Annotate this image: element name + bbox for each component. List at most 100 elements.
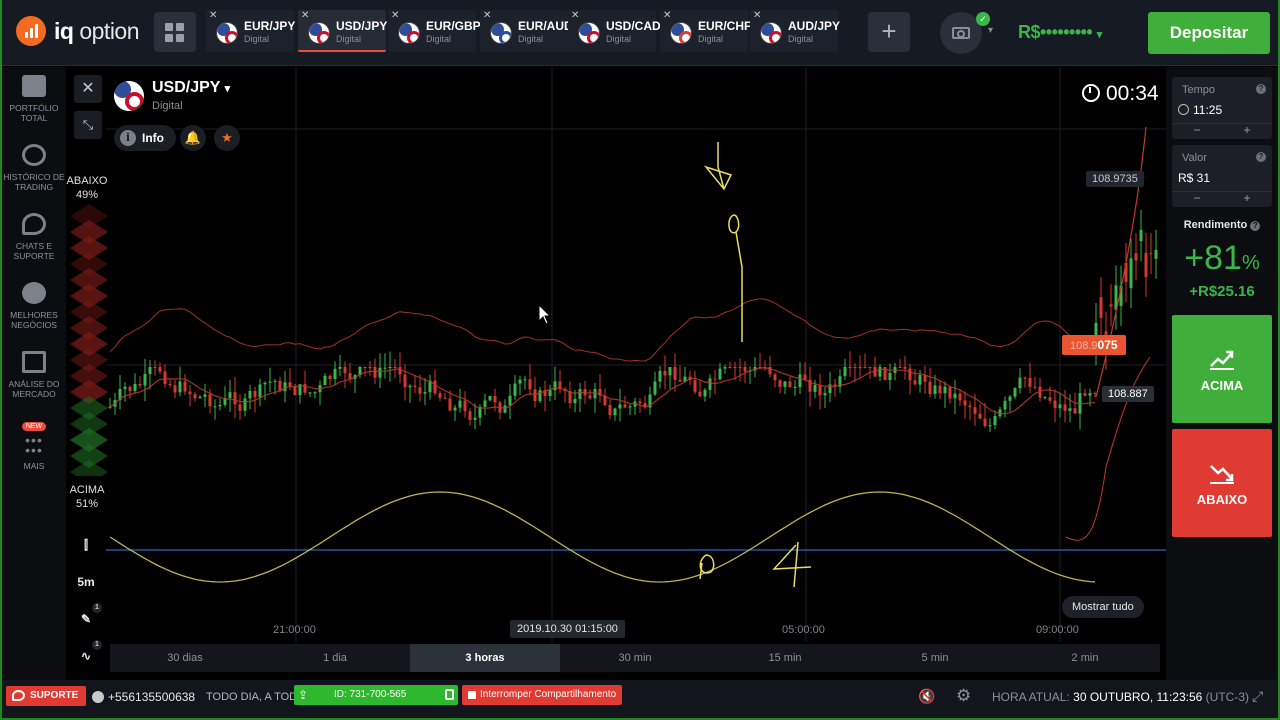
amount-box[interactable]: Valor ? R$ 31 − + (1172, 145, 1272, 207)
camera-dropdown-caret[interactable]: ▾ (988, 25, 993, 36)
currency-flag-icon (216, 22, 238, 44)
candle-body (503, 405, 507, 413)
candle-body (933, 385, 937, 394)
candle-body (183, 381, 187, 392)
interval-button[interactable]: 5m (72, 568, 100, 596)
price-chart-area[interactable]: ✕ ⤡ USD/JPY ▾ Digital i Info 🔔 ★ 00:34 A… (66, 67, 1166, 680)
asset-tab-eur-aud[interactable]: ✕ EUR/AUD Digital (480, 10, 573, 52)
indicators-icon[interactable]: ∿ 1 (72, 640, 102, 670)
candle-body (698, 391, 702, 397)
amount-plus-button[interactable]: + (1222, 192, 1272, 205)
candle-body (983, 418, 987, 427)
time-minus-button[interactable]: − (1172, 124, 1222, 137)
close-tab-icon[interactable]: ✕ (391, 10, 399, 21)
bollinger-upper-band-tail (1095, 126, 1147, 398)
candle-body (978, 413, 982, 419)
add-tab-button[interactable]: + (868, 12, 910, 52)
sidebar-item-best-deals[interactable]: MELHORES NEGÓCIOS (2, 282, 66, 330)
timeframe-option[interactable]: 2 min (1010, 644, 1160, 672)
asset-grid-button[interactable] (154, 12, 196, 52)
candle-body (208, 394, 212, 407)
timeframe-option[interactable]: 30 dias (110, 644, 260, 672)
candle-body (1043, 397, 1047, 399)
candle-body (613, 408, 617, 416)
show-all-button[interactable]: Mostrar tudo (1062, 596, 1144, 618)
candle-body (578, 389, 582, 399)
candle-body (708, 378, 712, 390)
gear-icon[interactable]: ⚙ (956, 686, 971, 706)
asset-tab-aud-jpy[interactable]: ✕ AUD/JPY Digital (750, 10, 840, 52)
deposit-button[interactable]: Depositar (1148, 12, 1270, 54)
call-up-button[interactable]: ACIMA (1172, 315, 1272, 423)
help-icon[interactable]: ? (1256, 152, 1266, 162)
collapse-chart-button[interactable]: ⤡ (74, 111, 102, 139)
info-icon: i (120, 130, 136, 146)
sidebar-item-history[interactable]: HISTÓRICO DE TRADING (2, 144, 66, 192)
info-button[interactable]: i Info (114, 125, 176, 151)
candle-body (323, 375, 327, 386)
candle-body (1088, 393, 1092, 396)
screenshot-camera-button[interactable]: ✓ (940, 12, 990, 54)
candle-body (663, 370, 667, 376)
close-tab-icon[interactable]: ✕ (483, 10, 491, 21)
logo-mark-icon (16, 16, 46, 46)
close-tab-icon[interactable]: ✕ (301, 10, 309, 21)
help-icon: ? (1250, 221, 1261, 231)
timeframe-option[interactable]: 5 min (860, 644, 1010, 672)
mute-speaker-icon[interactable]: 🔇 (918, 688, 935, 705)
close-chart-button[interactable]: ✕ (74, 75, 102, 103)
amount-minus-button[interactable]: − (1172, 192, 1222, 205)
candle-body (168, 384, 172, 386)
candle-body (463, 400, 467, 412)
candle-body (218, 405, 222, 407)
timeframe-option[interactable]: 3 horas (410, 644, 560, 672)
candle-body (573, 398, 577, 404)
candle-body (523, 379, 527, 381)
timeframe-option[interactable]: 30 min (560, 644, 710, 672)
account-balance[interactable]: R$••••••••• ▾ (1018, 22, 1102, 43)
sidebar-item-portfolio[interactable]: PORTFÓLIO TOTAL (2, 75, 66, 123)
candle-body (333, 368, 337, 379)
close-tab-icon[interactable]: ✕ (753, 10, 761, 21)
timeframe-option[interactable]: 1 dia (260, 644, 410, 672)
candle-body (1139, 229, 1143, 242)
asset-tab-eur-jpy[interactable]: ✕ EUR/JPY Digital (206, 10, 295, 52)
candle-body (448, 398, 452, 411)
help-icon[interactable]: ? (1256, 84, 1266, 94)
asset-tab-eur-chf[interactable]: ✕ EUR/CHF Digital (660, 10, 751, 52)
iq-option-logo[interactable]: iq option (16, 16, 140, 46)
mouse-cursor-icon (538, 303, 552, 325)
trade-panel: Tempo ? 11:25 − + Valor ? R$ 31 − + Rendim… (1166, 67, 1278, 680)
put-down-button[interactable]: ABAIXO (1172, 429, 1272, 537)
candle-body (1028, 378, 1032, 387)
draw-tool-icon[interactable]: ✎ 1 (72, 603, 102, 633)
asset-tab-eur-gbp[interactable]: ✕ EUR/GBP Digital (388, 10, 481, 52)
candle-body (248, 391, 252, 399)
asset-tab-usd-cad[interactable]: ✕ USD/CAD Digital (568, 10, 661, 52)
sidebar-item-more[interactable]: NEW ••• ••• MAIS (2, 415, 66, 471)
star-icon[interactable]: ★ (214, 125, 240, 151)
sidebar-item-chat[interactable]: CHATS E SUPORTE (2, 213, 66, 261)
candlestick-chart[interactable] (66, 67, 1166, 680)
candle-body (723, 367, 727, 369)
bell-icon[interactable]: 🔔 (180, 125, 206, 151)
timeframe-option[interactable]: 15 min (710, 644, 860, 672)
handwritten-annotation (699, 554, 715, 580)
stop-sharing-button[interactable]: Interromper Compartilhamento (462, 685, 622, 705)
candle-body (1063, 404, 1067, 411)
timeframe-bar: 30 dias 1 dia 3 horas 30 min 15 min 5 min 2 mi… (110, 644, 1160, 672)
candle-body (863, 367, 867, 368)
asset-tab-usd-jpy[interactable]: ✕ USD/JPY Digital (298, 10, 387, 52)
strike-price-tag: 108.887 (1102, 386, 1154, 402)
expiry-time-box[interactable]: Tempo ? 11:25 − + (1172, 77, 1272, 139)
close-tab-icon[interactable]: ✕ (663, 10, 671, 21)
candle-body (268, 381, 272, 383)
fullscreen-icon[interactable]: ⤢ (1252, 688, 1263, 705)
close-tab-icon[interactable]: ✕ (571, 10, 579, 21)
candle-body (373, 367, 377, 378)
chart-type-candles-icon[interactable]: ⫿ (72, 531, 100, 559)
support-button[interactable]: SUPORTE (6, 686, 87, 706)
sidebar-item-market-analysis[interactable]: ANÁLISE DO MERCADO (2, 351, 66, 399)
close-tab-icon[interactable]: ✕ (209, 10, 217, 21)
time-plus-button[interactable]: + (1222, 124, 1272, 137)
